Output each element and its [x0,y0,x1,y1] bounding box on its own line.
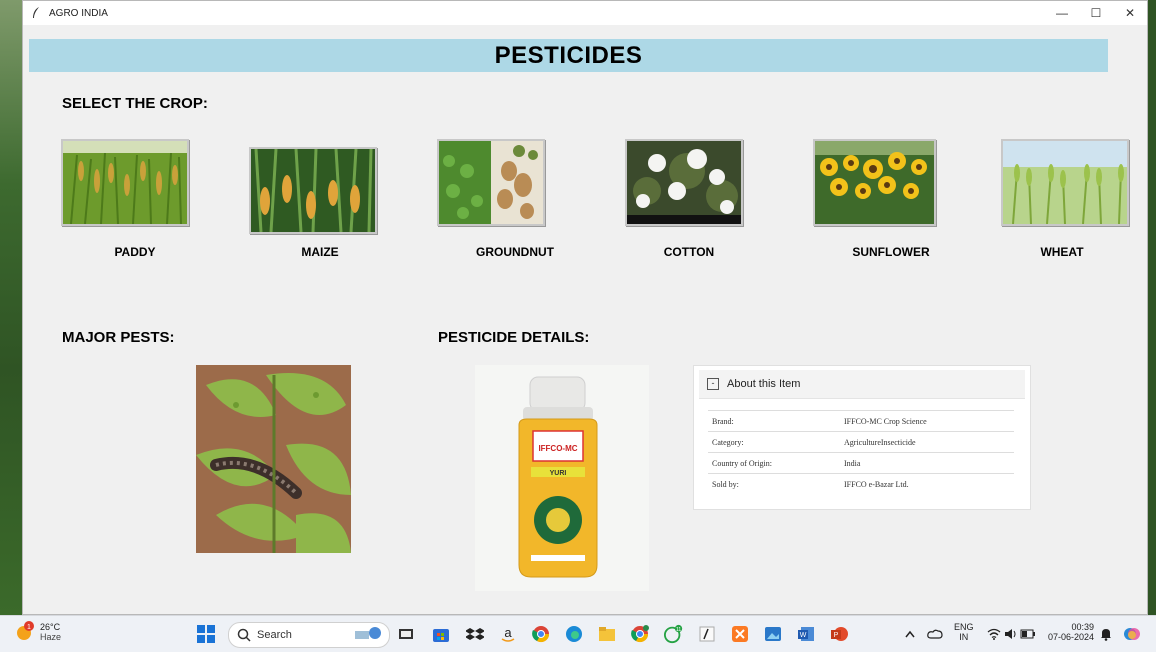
crop-label-groundnut: GROUNDNUT [476,245,554,259]
close-button[interactable]: ✕ [1113,1,1147,25]
crop-image-groundnut[interactable] [437,139,545,226]
table-row: Country of Origin: India [708,452,1014,474]
feather-icon [29,6,43,20]
maximize-button[interactable]: ☐ [1079,1,1113,25]
page-title: PESTICIDES [494,41,643,69]
whatsapp-badge: 11 [676,627,681,633]
python-idle-icon[interactable] [697,624,717,644]
start-button[interactable] [196,624,216,644]
minimize-button[interactable]: — [1045,1,1079,25]
collapse-toggle-icon[interactable]: - [707,378,719,390]
photos-icon[interactable] [763,624,783,644]
dropbox-icon[interactable] [465,624,485,644]
detail-key: Brand: [708,410,840,432]
crop-label-paddy: PADDY [114,245,156,259]
details-header[interactable]: - About this Item [699,370,1025,399]
pest-image [196,365,351,553]
crop-image-maize[interactable] [249,147,377,234]
crop-label-wheat: WHEAT [1040,245,1084,259]
detail-key: Sold by: [708,473,840,494]
notification-bell-icon[interactable] [1096,624,1116,644]
whatsapp-icon[interactable]: 11 [664,624,684,644]
language-indicator[interactable]: ENG IN [954,622,974,642]
weather-widget[interactable]: 1 26°C Haze [14,621,61,643]
language-code: ENG [954,622,974,632]
copilot-icon[interactable] [1122,624,1142,644]
details-table: Brand: IFFCO-MC Crop Science Category: A… [708,410,1014,494]
details-heading: About this Item [727,378,801,390]
edge-icon[interactable] [564,624,584,644]
pesticide-details-label: PESTICIDE DETAILS: [438,329,590,346]
onedrive-cloud-icon[interactable] [925,624,945,644]
table-row: Category: AgricultureInsecticide [708,431,1014,453]
desktop-background [0,0,22,615]
crop-label-sunflower: SUNFLOWER [852,245,930,259]
svg-text:W: W [800,632,807,639]
powerpoint-icon[interactable]: P [829,624,849,644]
chevron-up-icon[interactable] [900,624,920,644]
microsoft-store-icon[interactable] [431,624,451,644]
select-crop-label: SELECT THE CROP: [62,95,208,112]
product-name-text: YURI [550,470,567,477]
weather-temp: 26°C [40,622,61,632]
pesticide-product-image: IFFCO-MC YURI [475,365,649,591]
item-details-panel: - About this Item Brand: IFFCO-MC Crop S… [693,365,1031,510]
detail-key: Category: [708,431,840,453]
taskbar: 1 26°C Haze Search a 11 W P ENG IN 00:39… [0,615,1156,652]
crop-label-maize: MAIZE [301,245,339,259]
detail-key: Country of Origin: [708,452,840,474]
task-view-icon[interactable] [396,624,416,644]
crop-image-sunflower[interactable] [813,139,936,226]
region-code: IN [959,632,969,642]
desktop-background-right [1148,0,1156,615]
svg-text:P: P [834,632,839,639]
app-window: AGRO INDIA — ☐ ✕ PESTICIDES SELECT THE C… [22,0,1148,615]
weather-condition: Haze [40,632,62,642]
battery-icon[interactable] [1018,624,1038,644]
clock[interactable]: 00:39 07-06-2024 [1046,622,1094,642]
detail-value: IFFCO-MC Crop Science [840,410,1014,432]
word-icon[interactable]: W [796,624,816,644]
file-explorer-icon[interactable] [597,624,617,644]
sun-haze-icon: 1 [17,621,34,640]
window-title: AGRO INDIA [49,7,108,19]
table-row: Sold by: IFFCO e-Bazar Ltd. [708,473,1014,494]
search-icon [237,628,251,642]
major-pests-label: MAJOR PESTS: [62,329,175,346]
amazon-icon[interactable]: a [498,624,518,644]
title-bar: AGRO INDIA — ☐ ✕ [23,1,1147,25]
crop-label-cotton: COTTON [663,245,715,259]
clock-date: 07-06-2024 [1047,632,1094,642]
crop-image-cotton[interactable] [625,139,743,226]
table-row: Brand: IFFCO-MC Crop Science [708,410,1014,432]
xampp-icon[interactable] [730,624,750,644]
weather-badge: 1 [27,624,31,631]
detail-value: India [840,452,1014,474]
taskbar-search[interactable]: Search [228,622,390,648]
chrome-icon[interactable] [531,624,551,644]
svg-text:a: a [504,625,512,640]
header-banner: PESTICIDES [29,39,1108,72]
product-brand-text: IFFCO-MC [538,444,577,453]
crop-image-wheat[interactable] [1001,139,1129,226]
detail-value: IFFCO e-Bazar Ltd. [840,473,1014,494]
clock-time: 00:39 [1071,622,1094,632]
crop-image-paddy[interactable] [61,139,189,226]
chrome-profile-icon[interactable] [630,624,650,644]
search-placeholder: Search [257,629,292,641]
search-highlight-icon [353,625,383,646]
windows-icon [197,625,215,643]
detail-value: AgricultureInsecticide [840,431,1014,453]
